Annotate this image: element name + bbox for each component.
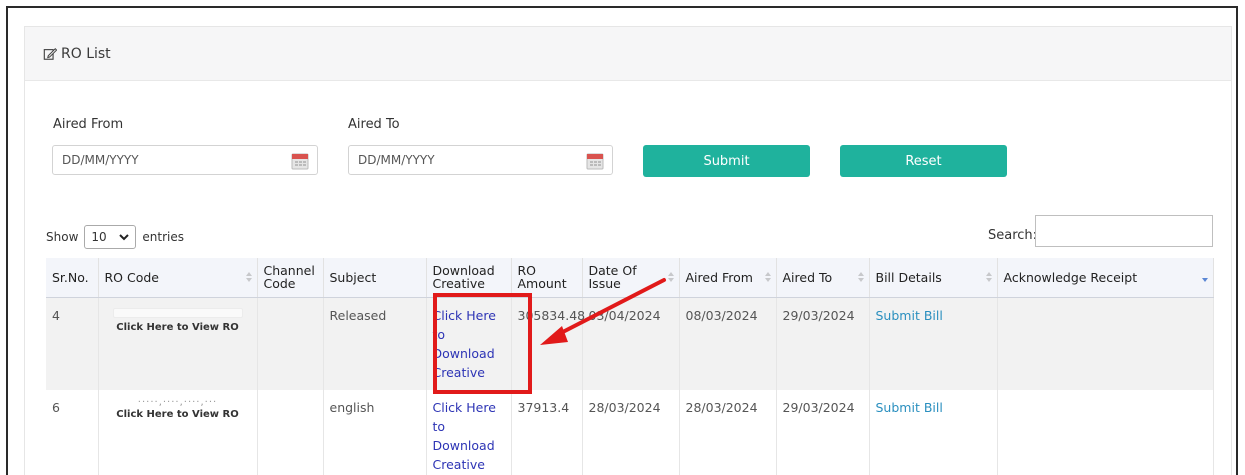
ro-code-redacted [112,307,243,318]
panel-header: RO List [25,27,1231,81]
search-label: Search: [988,228,1038,243]
th-bill-details[interactable]: Bill Details [869,258,998,298]
show-label: Show [46,230,79,244]
cell-bill-details: Submit Bill [869,297,998,390]
entries-length-control: Show 10 entries [46,225,184,249]
th-subject[interactable]: Subject [323,258,427,298]
submit-button[interactable]: Submit [643,145,810,177]
th-sr-no[interactable]: Sr.No. [46,258,99,298]
cell-ro-code: ·····,····,····,··· Click Here to View R… [98,389,258,475]
th-aired-from[interactable]: Aired From [679,258,777,298]
sort-icon [985,272,992,282]
calendar-icon[interactable] [291,152,309,170]
cell-aired-from: 08/03/2024 [679,297,777,390]
aired-to-label: Aired To [348,117,400,132]
sort-icon [667,272,674,282]
cell-sr-no: 6 [46,389,99,475]
cell-date-of-issue: 28/03/2024 [582,389,680,475]
cell-aired-from: 28/03/2024 [679,389,777,475]
cell-channel-code [257,389,324,475]
cell-ro-amount: 37913.4 [511,389,583,475]
aired-from-input[interactable]: DD/MM/YYYY [52,145,318,175]
cell-acknowledge-receipt [997,297,1214,390]
entries-select[interactable]: 10 [84,225,137,249]
submit-bill-link[interactable]: Submit Bill [876,400,943,415]
download-creative-link[interactable]: Click Here to Download Creative [433,400,496,472]
panel-title: RO List [61,45,111,62]
aired-to-input[interactable]: DD/MM/YYYY [348,145,613,175]
ro-table: Sr.No. RO Code Channel Code Subject Down… [46,258,1214,475]
cell-aired-to: 29/03/2024 [776,297,870,390]
table-header-row: Sr.No. RO Code Channel Code Subject Down… [46,258,1214,298]
aired-from-placeholder: DD/MM/YYYY [62,153,139,167]
sort-icon [1201,278,1208,282]
cell-bill-details: Submit Bill [869,389,998,475]
cell-aired-to: 29/03/2024 [776,389,870,475]
table-row: 6 ·····,····,····,··· Click Here to View… [46,389,1214,475]
edit-icon [43,47,57,60]
view-ro-link[interactable]: Click Here to View RO [105,408,251,421]
sort-icon [764,272,771,282]
annotation-highlight-box [433,293,532,394]
entries-label: entries [142,230,184,244]
th-date-of-issue[interactable]: Date Of Issue [582,258,680,298]
reset-button[interactable]: Reset [840,145,1007,177]
cell-download-creative: Click Here to Download Creative [426,389,512,475]
th-ro-amount[interactable]: RO Amount [511,258,583,298]
view-ro-link[interactable]: Click Here to View RO [105,321,251,334]
entries-value: 10 [91,230,107,244]
th-aired-to[interactable]: Aired To [776,258,870,298]
cell-subject: Released [323,297,427,390]
cell-acknowledge-receipt [997,389,1214,475]
chevron-down-icon [119,234,130,241]
cell-channel-code [257,297,324,390]
aired-from-label: Aired From [53,117,124,132]
table-row: 4 Click Here to View RO Released Click H… [46,297,1214,390]
aired-to-placeholder: DD/MM/YYYY [358,153,435,167]
sort-icon [857,272,864,282]
ro-code-redacted: ·····,····,····,··· [137,396,218,408]
sort-icon [245,272,252,282]
calendar-icon[interactable] [586,152,604,170]
cell-date-of-issue: 03/04/2024 [582,297,680,390]
submit-bill-link[interactable]: Submit Bill [876,308,943,323]
cell-subject: english [323,389,427,475]
th-acknowledge-receipt[interactable]: Acknowledge Receipt [997,258,1214,298]
search-input[interactable] [1035,215,1213,247]
cell-sr-no: 4 [46,297,99,390]
cell-ro-code: Click Here to View RO [98,297,258,390]
th-channel-code[interactable]: Channel Code [257,258,324,298]
th-download-creative[interactable]: Download Creative [426,258,512,298]
th-ro-code[interactable]: RO Code [98,258,258,298]
